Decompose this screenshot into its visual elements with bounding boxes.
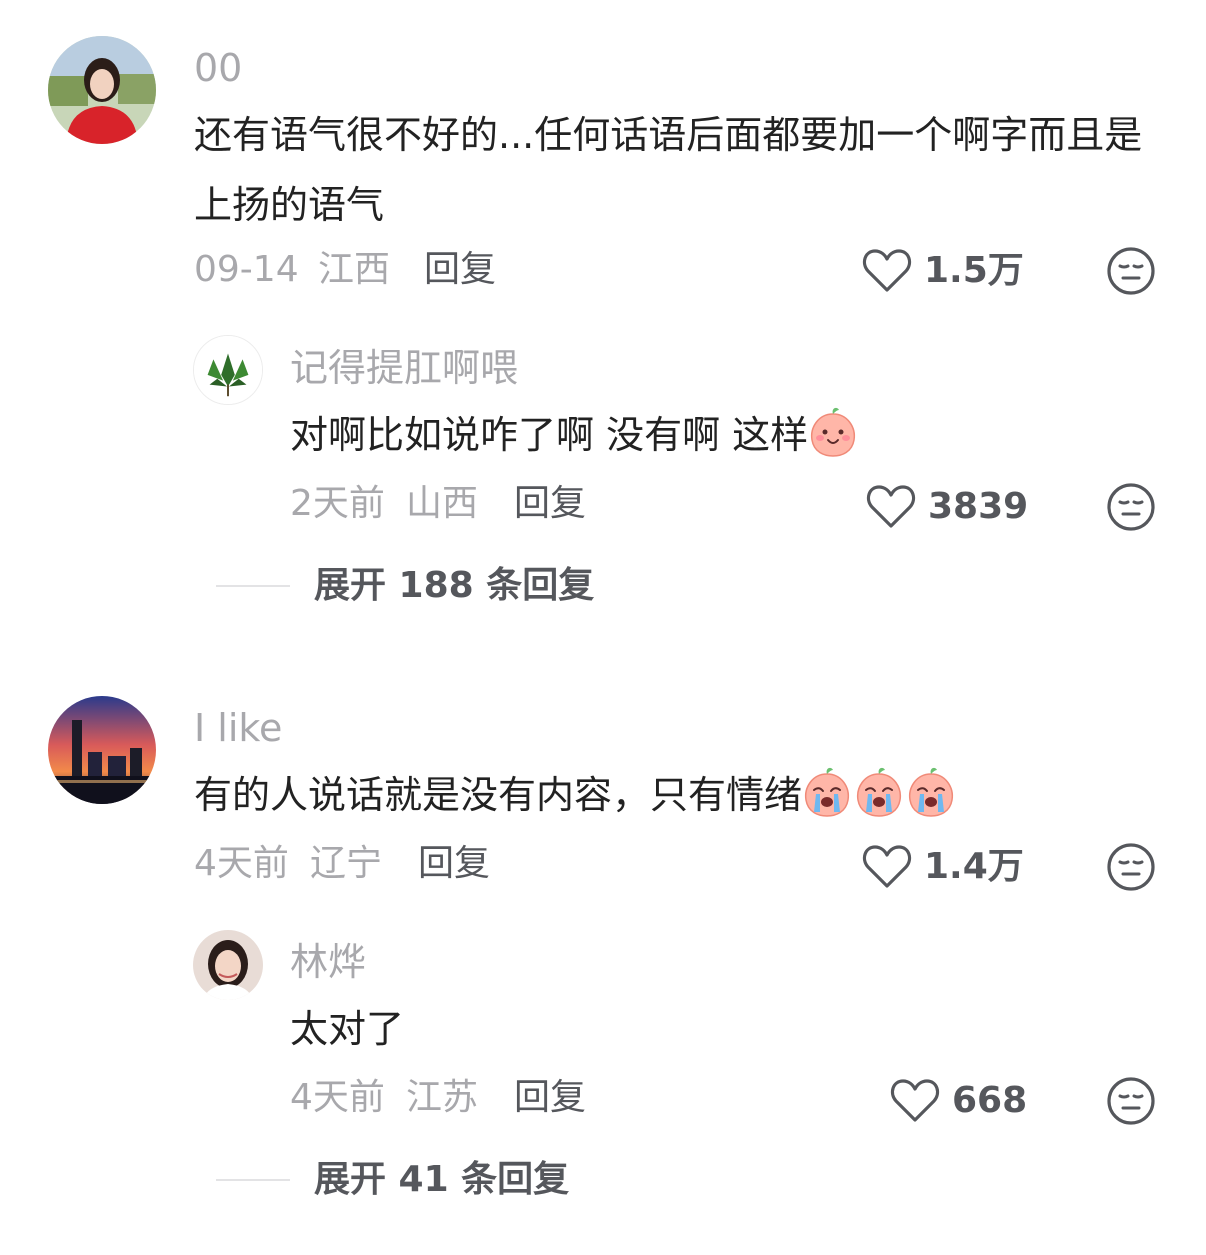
- comment-time: 09-14: [194, 249, 299, 290]
- like-button[interactable]: 3839: [866, 484, 1028, 530]
- reply-content: 对啊比如说咋了啊 没有啊 这样: [290, 400, 1150, 470]
- comment-username[interactable]: I like: [194, 706, 282, 750]
- avatar[interactable]: [48, 36, 156, 144]
- reply-username[interactable]: 记得提肛啊喂: [290, 346, 518, 390]
- avatar[interactable]: [48, 696, 156, 804]
- reply-time: 4天前: [290, 1077, 385, 1118]
- like-count: 1.4万: [924, 846, 1024, 887]
- expand-divider: [216, 585, 290, 587]
- meh-face-icon[interactable]: [1106, 246, 1156, 296]
- reply-button[interactable]: 回复: [514, 482, 586, 526]
- like-button[interactable]: 1.4万: [862, 844, 1024, 890]
- peach-cry-emoji: [856, 767, 902, 817]
- reply-location: 江苏: [406, 1077, 479, 1118]
- reply-time: 2天前: [290, 483, 385, 524]
- like-count: 1.5万: [924, 250, 1024, 291]
- like-button[interactable]: 1.5万: [862, 248, 1024, 294]
- peach-cry-emoji: [908, 767, 954, 817]
- comment-text: 有的人说话就是没有内容，只有情绪: [194, 773, 803, 817]
- comment-location: 江西: [318, 249, 391, 290]
- expand-replies-button[interactable]: 展开 41 条回复: [216, 1158, 569, 1202]
- avatar[interactable]: [193, 335, 263, 405]
- peach-smile-emoji: [811, 407, 856, 457]
- expand-replies-button[interactable]: 展开 188 条回复: [216, 564, 594, 608]
- reply-button[interactable]: 回复: [424, 248, 496, 292]
- expand-replies-label: 展开 188 条回复: [314, 565, 595, 606]
- expand-divider: [216, 1179, 290, 1181]
- meh-face-icon[interactable]: [1106, 842, 1156, 892]
- like-count: 668: [952, 1080, 1028, 1121]
- comment-time: 4天前: [194, 843, 289, 884]
- like-count: 3839: [928, 486, 1029, 527]
- expand-replies-label: 展开 41 条回复: [314, 1159, 570, 1200]
- reply-button[interactable]: 回复: [514, 1076, 586, 1120]
- comment-content: 还有语气很不好的...任何话语后面都要加一个啊字而且是上扬的语气: [194, 113, 1143, 227]
- reply-location: 山西: [406, 483, 479, 524]
- comment-list: 00 还有语气很不好的...任何话语后面都要加一个啊字而且是上扬的语气 09-1…: [0, 0, 1206, 1255]
- heart-outline-icon: [890, 1079, 940, 1122]
- heart-outline-icon: [866, 485, 916, 528]
- like-button[interactable]: 668: [890, 1078, 1027, 1124]
- comment-location: 辽宁: [310, 843, 383, 884]
- reply-text: 对啊比如说咋了啊 没有啊 这样: [290, 413, 809, 457]
- meh-face-icon[interactable]: [1106, 482, 1156, 532]
- reply-content: 太对了: [290, 1007, 405, 1051]
- heart-outline-icon: [862, 845, 912, 888]
- reply-button[interactable]: 回复: [418, 842, 490, 886]
- avatar[interactable]: [193, 930, 263, 1000]
- heart-outline-icon: [862, 249, 912, 292]
- meh-face-icon[interactable]: [1106, 1076, 1156, 1126]
- peach-cry-emoji: [804, 767, 850, 817]
- comment-username[interactable]: 00: [194, 46, 242, 90]
- comment-content: 有的人说话就是没有内容，只有情绪: [194, 760, 1164, 830]
- reply-username[interactable]: 林烨: [290, 940, 366, 984]
